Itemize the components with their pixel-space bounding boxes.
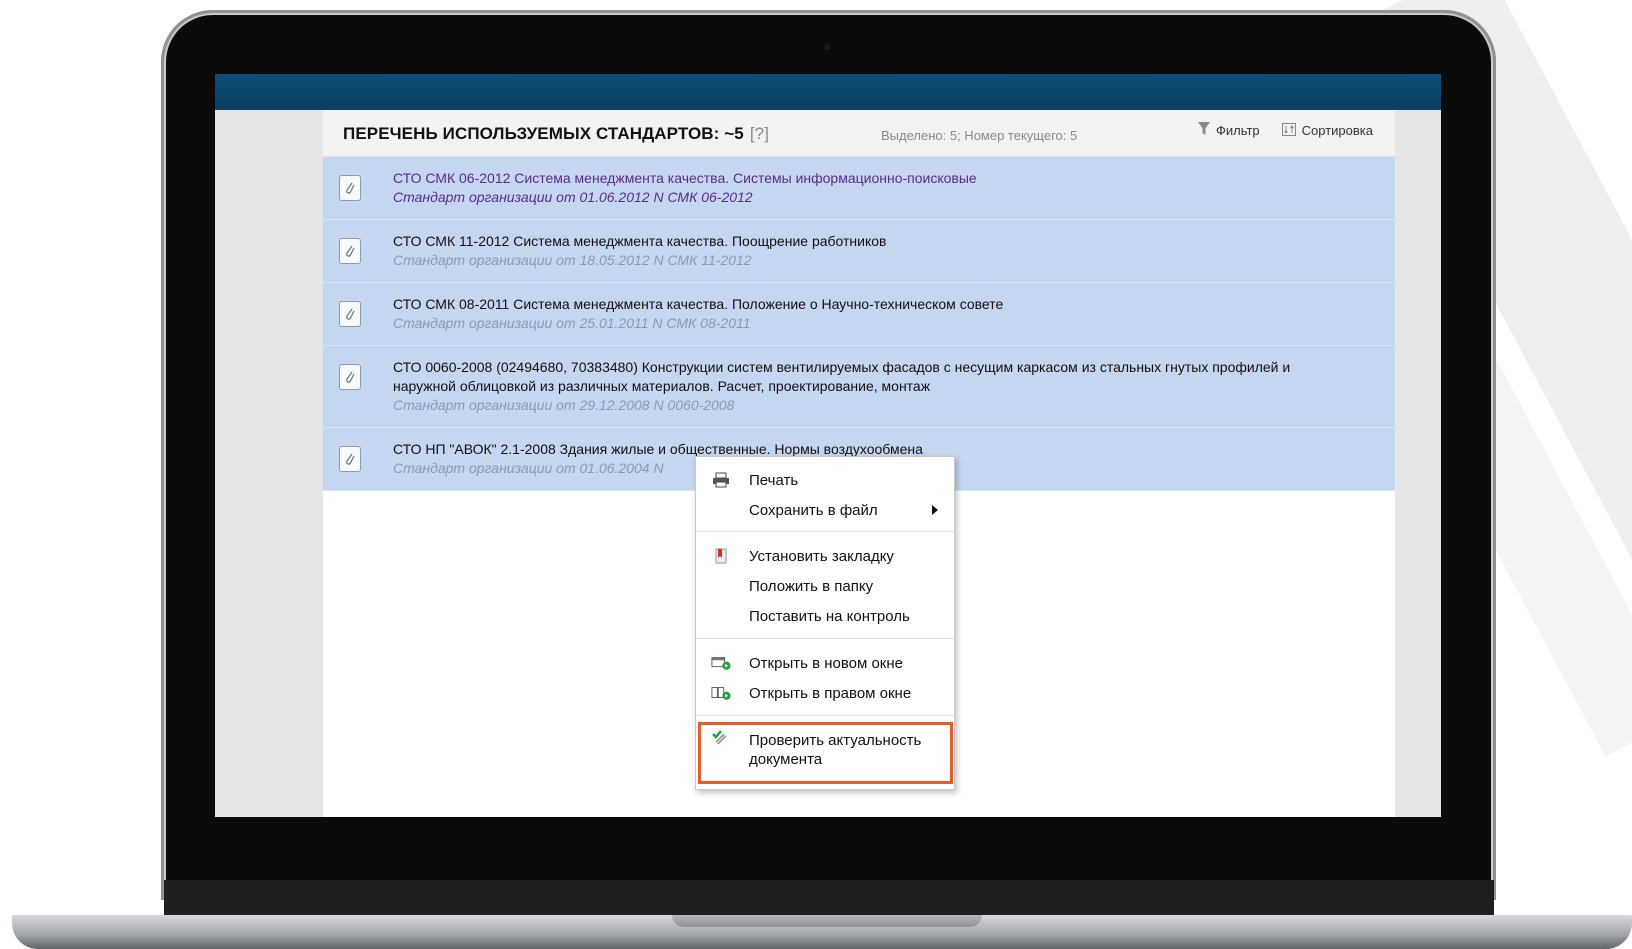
- document-title[interactable]: СТО СМК 11-2012 Система менеджмента каче…: [393, 232, 1325, 251]
- right-window-icon: [711, 684, 731, 702]
- menu-item-label: Положить в папку: [749, 577, 874, 595]
- panel-toolbar: Фильтр Сортировка: [1197, 122, 1373, 139]
- highlight-frame: [698, 722, 953, 784]
- app-top-bar: [215, 74, 1441, 110]
- list-item[interactable]: СТО СМК 11-2012 Система менеджмента каче…: [323, 220, 1395, 283]
- document-title[interactable]: СТО СМК 08-2011 Система менеджмента каче…: [393, 295, 1325, 314]
- document-subtitle: Стандарт организации от 18.05.2012 N СМК…: [393, 252, 752, 268]
- document-subtitle: Стандарт организации от 29.12.2008 N 006…: [393, 397, 735, 413]
- menu-item-label: Печать: [749, 471, 799, 489]
- document-icon: [339, 301, 361, 327]
- selection-status: Выделено: 5; Номер текущего: 5: [881, 128, 1078, 143]
- document-subtitle: Стандарт организации от 01.06.2012 N СМК…: [393, 189, 753, 205]
- bookmark-icon: [711, 547, 731, 565]
- chevron-right-icon: [932, 505, 938, 515]
- menu-item-print[interactable]: Печать: [696, 465, 954, 495]
- help-link[interactable]: [?]: [750, 124, 769, 143]
- page-title: ПЕРЕЧЕНЬ ИСПОЛЬЗУЕМЫХ СТАНДАРТОВ: ~5 [?]: [343, 124, 769, 144]
- new-window-icon: [711, 654, 731, 672]
- page-title-text: ПЕРЕЧЕНЬ ИСПОЛЬЗУЕМЫХ СТАНДАРТОВ: ~5: [343, 124, 744, 143]
- filter-icon: [1197, 122, 1210, 139]
- menu-item-open-right-window[interactable]: Открыть в правом окне: [696, 678, 954, 708]
- menu-item-label: Сохранить в файл: [749, 501, 878, 519]
- camera-icon: [824, 44, 830, 50]
- menu-item-set-bookmark[interactable]: Установить закладку: [696, 541, 954, 571]
- panel-header: ПЕРЕЧЕНЬ ИСПОЛЬЗУЕМЫХ СТАНДАРТОВ: ~5 [?] …: [323, 110, 1395, 157]
- menu-item-put-in-folder[interactable]: Положить в папку: [696, 571, 954, 601]
- list-item[interactable]: СТО 0060-2008 (02494680, 70383480) Конст…: [323, 346, 1395, 428]
- menu-item-label: Поставить на контроль: [749, 607, 910, 625]
- list-item[interactable]: СТО СМК 06-2012 Система менеджмента каче…: [323, 157, 1395, 220]
- menu-item-label: Открыть в новом окне: [749, 654, 903, 672]
- document-icon: [339, 175, 361, 201]
- document-icon: [339, 364, 361, 390]
- menu-item-save-to-file[interactable]: Сохранить в файл: [696, 495, 954, 525]
- menu-separator: [696, 638, 954, 639]
- menu-item-put-on-control[interactable]: Поставить на контроль: [696, 601, 954, 631]
- document-icon: [339, 238, 361, 264]
- document-title[interactable]: СТО 0060-2008 (02494680, 70383480) Конст…: [393, 358, 1325, 396]
- menu-item-label: Установить закладку: [749, 547, 894, 565]
- laptop-notch: [672, 915, 982, 927]
- sort-button[interactable]: Сортировка: [1281, 122, 1373, 139]
- menu-separator: [696, 531, 954, 532]
- menu-separator: [696, 715, 954, 716]
- menu-item-open-new-window[interactable]: Открыть в новом окне: [696, 648, 954, 678]
- printer-icon: [711, 471, 731, 489]
- sort-label: Сортировка: [1301, 123, 1373, 138]
- document-list: СТО СМК 06-2012 Система менеджмента каче…: [323, 157, 1395, 491]
- filter-label: Фильтр: [1215, 123, 1260, 138]
- menu-item-label: Открыть в правом окне: [749, 684, 912, 702]
- filter-button[interactable]: Фильтр: [1197, 122, 1260, 139]
- document-title[interactable]: СТО СМК 06-2012 Система менеджмента каче…: [393, 169, 1325, 188]
- laptop-bezel-bottom: [164, 880, 1494, 918]
- list-item[interactable]: СТО СМК 08-2011 Система менеджмента каче…: [323, 283, 1395, 346]
- document-subtitle: Стандарт организации от 25.01.2011 N СМК…: [393, 315, 751, 331]
- sort-icon: [1281, 122, 1296, 139]
- document-icon: [339, 446, 361, 472]
